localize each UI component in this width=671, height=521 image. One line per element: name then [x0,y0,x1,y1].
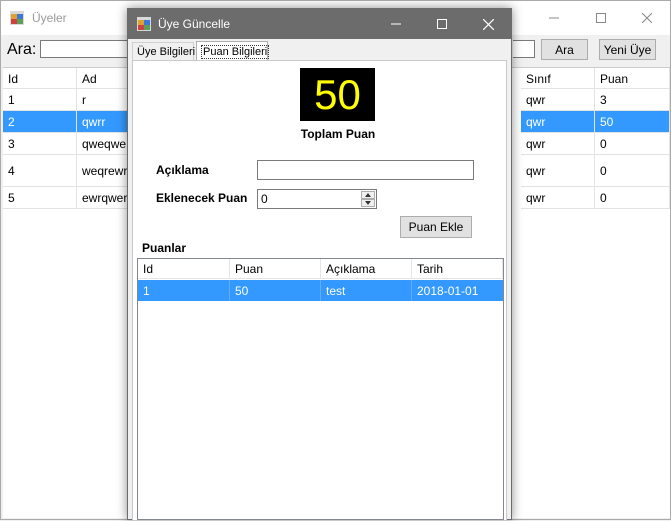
spin-up-button[interactable] [361,191,375,199]
update-member-dialog: Üye Güncelle Üye Bilgileri Puan Bilgiler… [127,8,512,521]
spin-down-button[interactable] [361,199,375,207]
cell-puan[interactable]: 0 [595,155,670,187]
list-header-puan[interactable]: Puan [230,259,321,279]
cell-ad[interactable]: r [77,89,131,111]
cell-puan[interactable]: 0 [595,133,670,155]
minimize-icon [391,23,401,25]
spin-up-icon [365,193,371,197]
app-window-icon [137,17,151,31]
cell-ad[interactable]: ewrqwer [77,187,131,209]
list-header-id[interactable]: Id [138,259,230,279]
puan-bilgileri-page: 50 Toplam Puan Açıklama Eklenecek Puan 0… [132,60,507,521]
total-score-caption: Toplam Puan [300,127,376,141]
aciklama-label: Açıklama [156,163,209,177]
cell-sinif[interactable]: qwr [521,111,595,133]
maximize-icon [596,13,606,23]
close-button[interactable] [624,1,670,35]
total-score-display: 50 [300,68,375,121]
cell-puan[interactable]: 3 [595,89,670,111]
new-member-button[interactable]: Yeni Üye [599,39,656,60]
tab-puan-bilgileri-label: Puan Bilgileri [201,44,270,59]
column-header-ad[interactable]: Ad [77,68,131,89]
cell-id[interactable]: 3 [3,133,77,155]
minimize-button[interactable] [531,1,577,35]
cell-id[interactable]: 1 [3,89,77,111]
members-window-title: Üyeler [32,11,67,25]
list-cell-tarih[interactable]: 2018-01-01 [412,280,503,301]
cell-id[interactable]: 4 [3,155,77,187]
dialog-close-button[interactable] [465,9,511,39]
cell-puan[interactable]: 50 [595,111,670,133]
minimize-icon [549,17,559,19]
eklenecek-puan-stepper[interactable]: 0 [257,189,377,209]
search-button[interactable]: Ara [541,39,588,60]
tab-uye-bilgileri[interactable]: Üye Bilgileri [132,42,195,60]
list-header-tarih[interactable]: Tarih [412,259,503,279]
search-input-right-edge[interactable] [513,40,535,58]
app-window-icon [10,11,24,25]
cell-sinif[interactable]: qwr [521,89,595,111]
eklenecek-puan-value[interactable]: 0 [261,192,268,206]
maximize-icon [437,19,447,29]
cell-id[interactable]: 2 [3,111,77,133]
spin-down-icon [365,201,371,205]
cell-puan[interactable]: 0 [595,187,670,209]
dialog-titlebar[interactable]: Üye Güncelle [128,9,511,39]
puanlar-list[interactable]: Id Puan Açıklama Tarih 1 50 test 2018-01… [137,258,504,520]
cell-ad[interactable]: weqrewr [77,155,131,187]
list-cell-puan[interactable]: 50 [230,280,321,301]
search-label: Ara: [7,41,37,58]
cell-sinif[interactable]: qwr [521,155,595,187]
tab-puan-bilgileri[interactable]: Puan Bilgileri [196,41,270,61]
list-row[interactable]: 1 50 test 2018-01-01 [138,280,503,301]
close-icon [482,18,494,30]
dialog-minimize-button[interactable] [373,9,419,39]
cell-id[interactable]: 5 [3,187,77,209]
search-input[interactable] [40,40,130,58]
column-header-id[interactable]: Id [3,68,77,89]
aciklama-input[interactable] [257,160,474,180]
close-icon [642,13,652,23]
puan-ekle-button[interactable]: Puan Ekle [400,216,472,238]
column-header-sinif[interactable]: Sınıf [521,68,595,89]
cell-sinif[interactable]: qwr [521,187,595,209]
dialog-maximize-button[interactable] [419,9,465,39]
maximize-button[interactable] [578,1,624,35]
eklenecek-puan-label: Eklenecek Puan [156,191,248,205]
cell-sinif[interactable]: qwr [521,133,595,155]
cell-ad[interactable]: qweqwe [77,133,131,155]
puanlar-label: Puanlar [142,241,187,255]
column-header-puan[interactable]: Puan [595,68,670,89]
list-cell-id[interactable]: 1 [138,280,230,301]
list-cell-aciklama[interactable]: test [321,280,412,301]
dialog-title: Üye Güncelle [158,17,231,31]
cell-ad[interactable]: qwrr [77,111,131,133]
list-header-aciklama[interactable]: Açıklama [321,259,412,279]
